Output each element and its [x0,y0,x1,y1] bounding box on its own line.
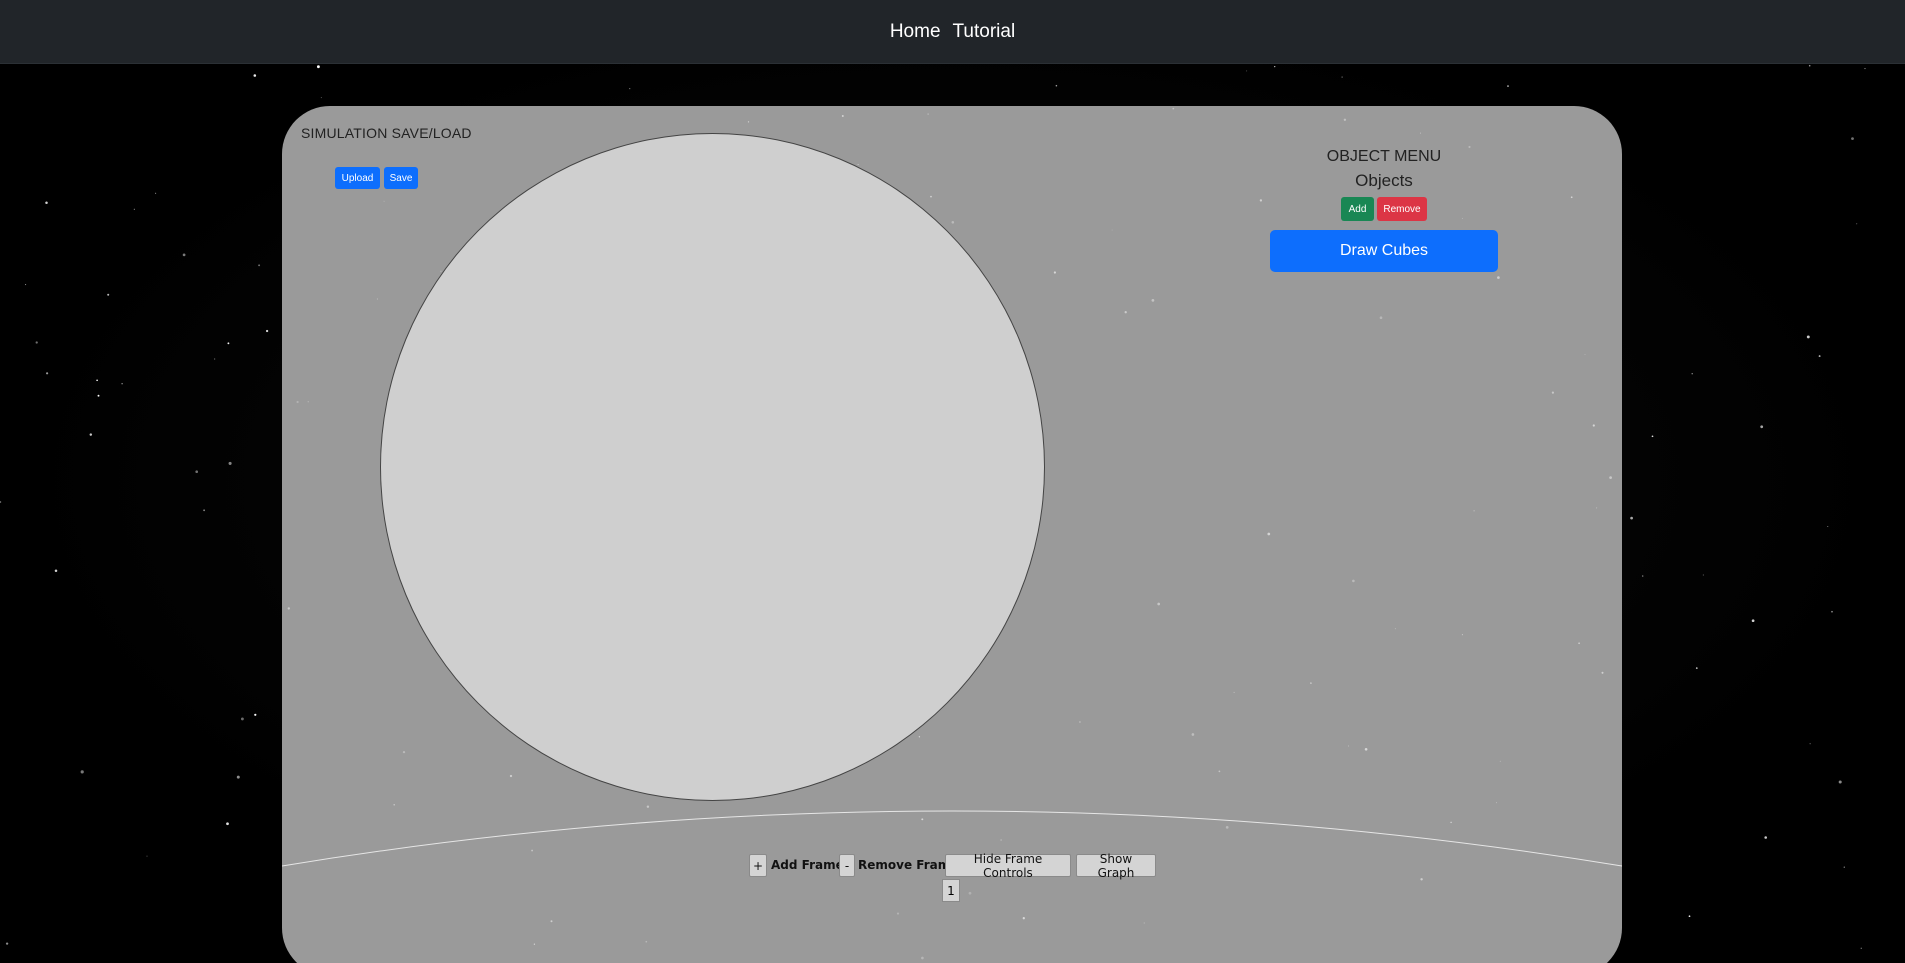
objects-label: Objects [1355,171,1413,190]
simulation-panel: SIMULATION SAVE/LOAD Upload Save OBJECT … [282,106,1622,963]
remove-frame-minus-button[interactable]: - [839,854,855,877]
draw-cubes-button[interactable]: Draw Cubes [1270,230,1498,272]
save-load-title: SIMULATION SAVE/LOAD [301,125,472,141]
object-menu: OBJECT MENU Objects Add Remove Draw Cube… [1270,144,1498,272]
add-frame-plus-button[interactable]: + [749,854,767,877]
nav-link-tutorial[interactable]: Tutorial [953,21,1016,43]
upload-button[interactable]: Upload [335,167,380,189]
hide-frame-controls-button[interactable]: Hide Frame Controls [945,852,1071,880]
remove-frame-label: Remove Frame [858,858,959,872]
show-graph-button[interactable]: Show Graph [1076,852,1156,880]
save-button[interactable]: Save [384,167,418,189]
nav-link-home[interactable]: Home [890,21,941,43]
frame-controls: + Add Frame - Remove Frame Hide Frame Co… [282,852,1622,880]
add-frame-label: Add Frame [771,858,844,872]
object-actions: Add Remove [1270,197,1498,221]
remove-object-button[interactable]: Remove [1377,197,1427,221]
top-navbar: Home Tutorial [0,0,1905,64]
frame-number-button[interactable]: 1 [942,879,960,902]
object-menu-title: OBJECT MENU [1326,148,1442,165]
add-object-button[interactable]: Add [1341,197,1374,221]
simulation-canvas[interactable] [380,133,1045,801]
page: Home Tutorial SIMULATION SAVE/LOAD Uploa… [0,0,1905,963]
